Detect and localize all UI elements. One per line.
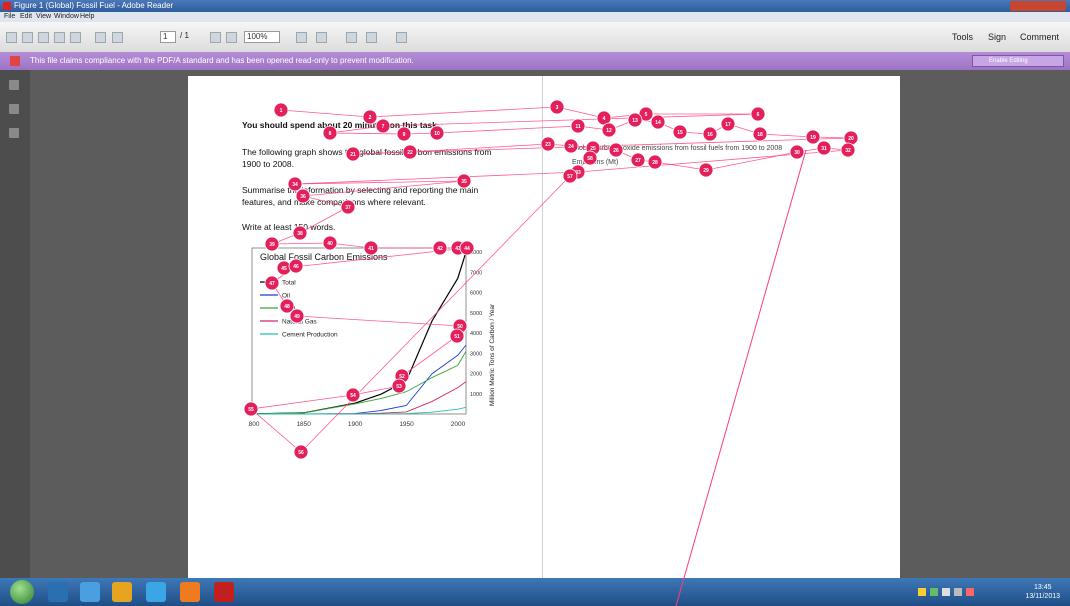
gaze-fixation-number: 22 [407, 150, 413, 156]
gaze-path-segment [250, 394, 354, 410]
gaze-path-segment [401, 335, 458, 377]
gaze-fixation-number: 24 [568, 144, 574, 150]
gaze-fixation-number: 30 [794, 150, 800, 156]
gaze-path-segment [329, 125, 384, 134]
gaze-fixation-number: 15 [677, 130, 683, 136]
gaze-fixation-number: 28 [652, 160, 658, 166]
gaze-path-segment [271, 242, 331, 245]
gaze-path-segment [250, 408, 302, 453]
gaze-fixation-number: 14 [655, 120, 661, 126]
gaze-fixation-number: 29 [703, 168, 709, 174]
gaze-fixation-number: 55 [248, 407, 254, 413]
gaze-path-segment [329, 132, 405, 135]
gaze-fixation-number: 35 [461, 179, 467, 185]
gaze-fixation-number: 16 [707, 132, 713, 138]
gaze-fixation-number: 17 [725, 122, 731, 128]
gaze-fixation-number: 36 [300, 194, 306, 200]
gaze-fixation-number: 13 [632, 118, 638, 124]
gaze-fixation-number: 47 [269, 281, 275, 287]
gaze-path-segment [294, 171, 579, 185]
gaze-fixation-number: 39 [269, 242, 275, 248]
gaze-fixation-number: 10 [434, 131, 440, 137]
gaze-fixation-number: 49 [294, 314, 300, 320]
gaze-fixation-number: 51 [454, 334, 460, 340]
gaze-fixation-number: 18 [757, 132, 763, 138]
gaze-fixation-number: 27 [635, 158, 641, 164]
gaze-path-segment [296, 315, 461, 327]
gaze-fixation-number: 21 [350, 152, 356, 158]
gaze-fixation-number: 45 [281, 266, 287, 272]
gaze-path-segment [352, 137, 852, 155]
gaze-fixation-number: 46 [293, 264, 299, 270]
gaze-path-segment [675, 149, 807, 606]
gaze-fixation-number: 53 [396, 384, 402, 390]
gaze-fixation-number: 41 [368, 246, 374, 252]
gaze-path-segment [382, 113, 759, 127]
gaze-fixation-number: 11 [575, 124, 581, 130]
gaze-fixation-number: 6 [757, 112, 760, 118]
gaze-path-segment [300, 175, 571, 453]
gaze-path-segment [299, 206, 349, 234]
gaze-fixation-number: 7 [382, 124, 385, 130]
gaze-path-segment [654, 161, 707, 171]
gaze-fixation-number: 8 [329, 131, 332, 137]
gaze-fixation-number: 9 [403, 132, 406, 138]
gaze-path-segment [436, 125, 579, 134]
gaze-path-segment [705, 151, 798, 171]
gaze-fixation-number: 42 [437, 246, 443, 252]
gaze-path-segment [352, 151, 411, 155]
gaze-fixation-number: 37 [345, 205, 351, 211]
gaze-fixation-number: 44 [464, 246, 470, 252]
gaze-path-segment [280, 109, 371, 118]
gaze-fixation-number: 1 [280, 108, 283, 114]
gaze-fixation-number: 54 [350, 393, 356, 399]
gaze-path-segment [759, 133, 814, 138]
gaze-fixation-number: 3 [556, 105, 559, 111]
gaze-fixation-number: 19 [810, 135, 816, 141]
gaze-fixation-number: 58 [587, 156, 593, 162]
gaze-path-segment [369, 106, 558, 118]
gaze-fixation-number: 5 [645, 112, 648, 118]
gaze-fixation-number: 20 [848, 136, 854, 142]
gaze-fixation-number: 56 [298, 450, 304, 456]
gaze-fixation-number: 38 [297, 231, 303, 237]
gaze-fixation-number: 23 [545, 142, 551, 148]
gaze-fixation-number: 57 [567, 174, 573, 180]
gaze-fixation-number: 12 [606, 128, 612, 134]
gaze-fixation-number: 40 [327, 241, 333, 247]
gaze-fixation-number: 31 [821, 146, 827, 152]
gaze-fixation-number: 32 [845, 148, 851, 154]
gaze-fixation-number: 2 [369, 115, 372, 121]
gaze-fixation-number: 4 [603, 116, 606, 122]
gaze-fixation-number: 26 [613, 148, 619, 154]
gaze-overlay: 12345 678 9 10111213 1415 161718 19 2021 2223 24 2… [243, 99, 859, 606]
gaze-fixation-number: 48 [284, 304, 290, 310]
gaze-fixation-number: 34 [292, 182, 298, 188]
